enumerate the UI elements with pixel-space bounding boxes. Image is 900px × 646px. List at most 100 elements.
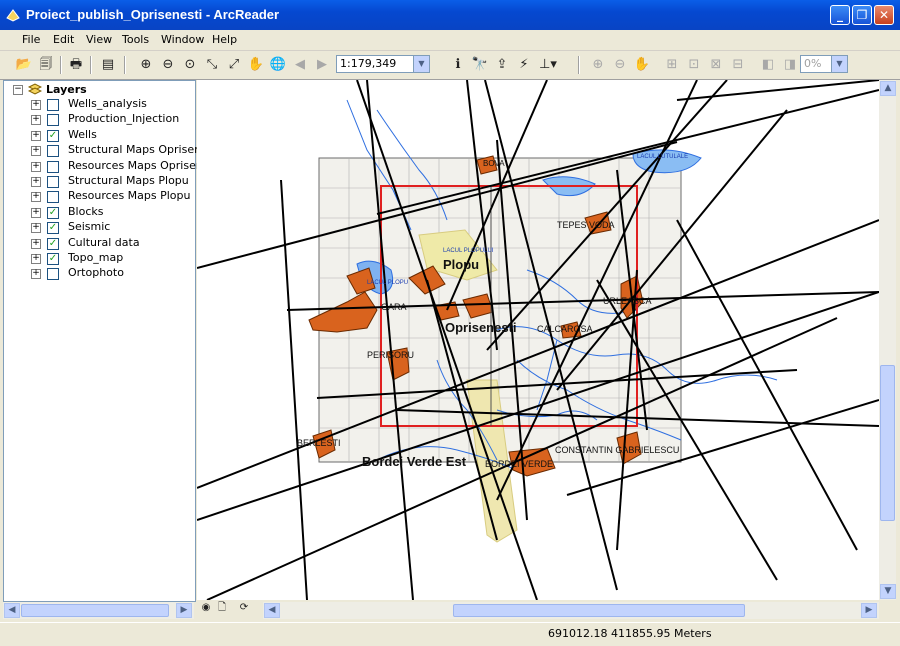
layer-row[interactable]: + ✓ Cultural data — [4, 236, 194, 251]
layout-forward-icon[interactable]: ◨ — [780, 55, 800, 75]
layer-row[interactable]: + ✓ Wells — [4, 128, 194, 143]
scroll-right-icon[interactable]: ▶ — [176, 603, 192, 618]
layer-visibility-checkbox[interactable] — [47, 176, 59, 188]
arcreader-icon — [6, 9, 20, 22]
layer-row[interactable]: + Wells_analysis — [4, 97, 194, 112]
globe-icon[interactable]: 🌐 — [268, 55, 288, 75]
expand-icon[interactable]: + — [31, 207, 41, 218]
back-extent-icon[interactable]: ◀ — [290, 55, 310, 75]
expand-icon[interactable]: + — [31, 115, 41, 126]
layer-label: Blocks — [68, 204, 104, 218]
maximize-button[interactable]: ❐ — [852, 5, 872, 25]
zoom-100-icon[interactable]: ⊡ — [684, 55, 704, 75]
data-view-icon[interactable]: ◉ — [199, 601, 213, 615]
measure-icon[interactable]: ⊥▾ — [538, 55, 558, 75]
scroll-up-icon[interactable]: ▲ — [880, 81, 896, 96]
layer-visibility-checkbox[interactable]: ✓ — [47, 129, 59, 142]
layer-visibility-checkbox[interactable] — [47, 160, 59, 173]
map-scale-select[interactable]: 1:179,349 ▼ — [336, 55, 430, 73]
chevron-down-icon[interactable]: ▼ — [413, 56, 429, 72]
menu-bar: File Edit View Tools Window Help — [0, 30, 900, 51]
scroll-left-icon[interactable]: ◀ — [264, 603, 280, 618]
layer-row[interactable]: + Resources Maps Oprisenest — [4, 159, 220, 174]
expand-icon[interactable]: + — [31, 254, 41, 264]
layer-visibility-checkbox[interactable]: ✓ — [47, 253, 59, 265]
layout-zoom-select[interactable]: 0% ▼ — [800, 55, 848, 73]
expand-icon[interactable]: + — [31, 146, 41, 157]
layer-visibility-checkbox[interactable]: ✓ — [47, 222, 59, 235]
layer-row[interactable]: + ✓ Seismic — [4, 220, 194, 235]
zoom-full-icon[interactable]: ⊙ — [180, 55, 200, 75]
layer-row[interactable]: + ✓ Blocks — [4, 205, 194, 220]
menu-tools[interactable]: Tools — [122, 33, 149, 46]
layer-visibility-checkbox[interactable] — [47, 191, 59, 204]
map-canvas[interactable]: Plopu Oprisenesti Bordei Verde Est BORDE… — [197, 80, 879, 600]
layer-visibility-checkbox[interactable] — [47, 99, 59, 111]
expand-icon[interactable]: + — [31, 100, 41, 110]
collapse-icon[interactable]: − — [13, 85, 23, 95]
fixed-zoom-in-icon[interactable]: ⤡ — [202, 55, 222, 75]
map-label-constantin: CONSTANTIN GABRIELESCU — [555, 445, 679, 455]
scroll-down-icon[interactable]: ▼ — [880, 584, 896, 599]
expand-icon[interactable]: + — [31, 161, 41, 172]
expand-icon[interactable]: + — [31, 177, 41, 187]
scrollbar-thumb[interactable] — [21, 604, 169, 617]
layer-visibility-checkbox[interactable] — [47, 114, 59, 127]
layout-zoom-out-icon[interactable]: ⊖ — [610, 55, 630, 75]
scroll-right-icon[interactable]: ▶ — [861, 603, 877, 618]
identify-icon[interactable]: ℹ — [448, 55, 468, 75]
zoom-out-icon[interactable]: ⊖ — [158, 55, 178, 75]
expand-icon[interactable]: + — [31, 223, 41, 234]
map-view[interactable]: Plopu Oprisenesti Bordei Verde Est BORDE… — [197, 80, 879, 600]
layout-back-icon[interactable]: ◧ — [758, 55, 778, 75]
layer-visibility-checkbox[interactable] — [47, 145, 59, 158]
toc-horizontal-scrollbar[interactable]: ◀ ▶ — [3, 602, 194, 619]
scroll-left-icon[interactable]: ◀ — [4, 603, 20, 618]
expand-icon[interactable]: + — [31, 238, 41, 249]
layout-view-tab-icon[interactable]: 🗋 — [215, 601, 229, 615]
layer-row[interactable]: + Structural Maps Oprisenesti — [4, 143, 221, 158]
map-label-perisoru: PERISORU — [367, 350, 414, 360]
zoom-whole-page-icon[interactable]: ⊞ — [662, 55, 682, 75]
forward-extent-icon[interactable]: ▶ — [312, 55, 332, 75]
find-icon[interactable]: 🔭 — [470, 55, 490, 75]
expand-icon[interactable]: + — [31, 192, 41, 203]
open-document-icon[interactable]: 🗐 — [36, 55, 56, 75]
hyperlink-icon[interactable]: ⚡ — [514, 55, 534, 75]
open-icon[interactable]: 📂 — [14, 55, 34, 75]
close-button[interactable]: ✕ — [874, 5, 894, 25]
scrollbar-thumb[interactable] — [453, 604, 745, 617]
layer-label: Topo_map — [68, 251, 124, 264]
map-vertical-scrollbar[interactable]: ▲ ▼ — [879, 80, 896, 600]
layout-pan-icon[interactable]: ✋ — [632, 55, 652, 75]
scrollbar-thumb[interactable] — [880, 365, 895, 521]
print-icon[interactable]: 🖶 — [66, 55, 86, 75]
expand-icon[interactable]: + — [31, 269, 41, 280]
menu-view[interactable]: View — [86, 33, 112, 46]
find-place-icon[interactable]: ⇪ — [492, 55, 512, 75]
map-horizontal-scrollbar[interactable]: ◀ ▶ — [263, 602, 879, 619]
fixed-zoom-out-icon[interactable]: ⤢ — [224, 55, 244, 75]
menu-edit[interactable]: Edit — [53, 33, 74, 46]
zoom-in-icon[interactable]: ⊕ — [136, 55, 156, 75]
expand-icon[interactable]: + — [31, 130, 41, 141]
layout-view-icon[interactable]: ▤ — [98, 55, 118, 75]
layer-row[interactable]: + ✓ Topo_map — [4, 251, 194, 266]
zoom-fixed-out-icon[interactable]: ⊟ — [728, 55, 748, 75]
layer-visibility-checkbox[interactable]: ✓ — [47, 206, 59, 219]
menu-help[interactable]: Help — [212, 33, 237, 46]
menu-window[interactable]: Window — [161, 33, 204, 46]
layer-row[interactable]: + Structural Maps Plopu — [4, 174, 194, 189]
layer-row[interactable]: + Ortophoto — [4, 266, 194, 281]
layer-visibility-checkbox[interactable]: ✓ — [47, 237, 59, 250]
layer-visibility-checkbox[interactable] — [47, 268, 59, 281]
layout-zoom-in-icon[interactable]: ⊕ — [588, 55, 608, 75]
layer-row[interactable]: + Resources Maps Plopu — [4, 189, 194, 204]
chevron-down-icon[interactable]: ▼ — [831, 56, 847, 72]
zoom-fixed-in-icon[interactable]: ⊠ — [706, 55, 726, 75]
layer-row[interactable]: + Production_Injection — [4, 112, 194, 127]
pan-icon[interactable]: ✋ — [246, 55, 266, 75]
menu-file[interactable]: File — [22, 33, 40, 46]
minimize-button[interactable]: _ — [830, 5, 850, 25]
refresh-icon[interactable]: ⟳ — [237, 601, 251, 615]
